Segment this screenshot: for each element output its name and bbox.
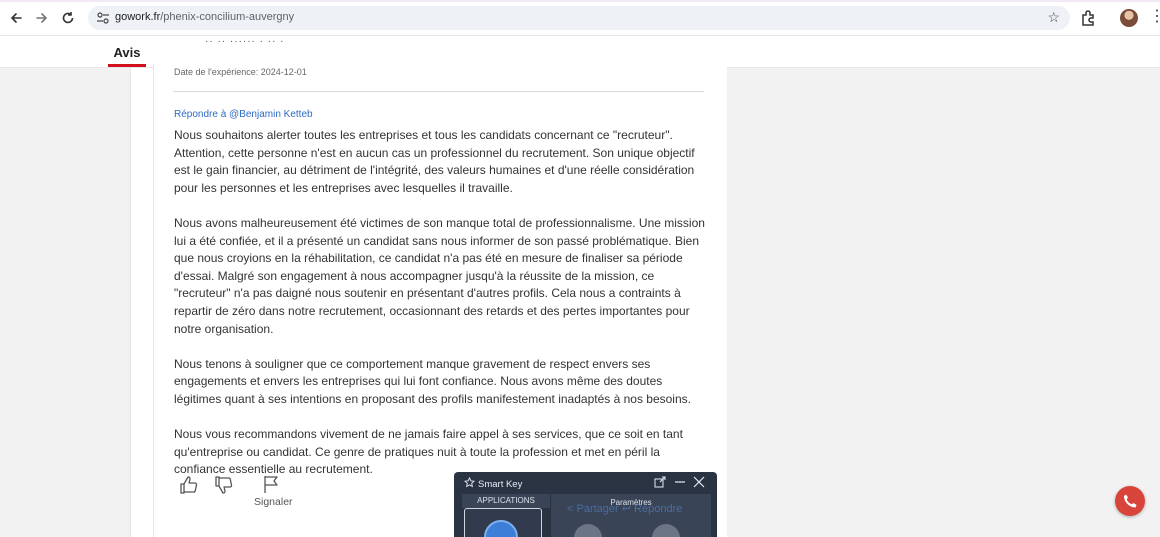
browser-toolbar: gowork.fr/phenix-concilium-auvergny ☆ ⋮ [0,0,1160,36]
forward-icon[interactable] [32,8,52,28]
review-paragraph: Nous tenons à souligner que ce comportem… [174,356,691,406]
star-icon [464,477,475,488]
phone-icon [1124,494,1137,508]
thumbs-up-icon[interactable] [179,475,199,500]
phone-call-button[interactable] [1115,486,1145,516]
share-button[interactable]: Partager [576,503,618,515]
url-path: /phenix-concilium-auvergny [160,11,295,23]
minimize-icon[interactable] [674,476,686,488]
review-paragraph: Nous vous recommandons vivement de ne ja… [174,427,683,477]
smart-key-panel[interactable]: Smart Key APPLICATIONS Paramètres < Part… [454,472,717,537]
profile-avatar[interactable] [1120,9,1138,27]
clipped-content: ·· ·· ······ · ·· · [205,36,285,47]
popout-icon[interactable] [654,476,666,488]
divider [173,91,704,92]
back-icon[interactable] [6,8,26,28]
obscured-share-reply: < Partager ↩ Répondre [567,503,683,515]
review-body: Nous souhaitons alerter toutes les entre… [174,127,710,496]
thumbs-down-icon[interactable] [214,475,234,500]
review-paragraph: Nous souhaitons alerter toutes les entre… [174,128,695,195]
site-settings-icon[interactable] [96,11,110,25]
url-text: gowork.fr/phenix-concilium-auvergny [115,11,294,23]
reload-icon[interactable] [58,8,78,28]
browser-menu-icon[interactable]: ⋮ [1149,8,1160,28]
extensions-icon[interactable] [1080,9,1098,27]
experience-date: Date de l'expérience: 2024-12-01 [174,67,307,77]
address-bar[interactable]: gowork.fr/phenix-concilium-auvergny ☆ [88,6,1070,30]
reply-button[interactable]: Répondre [634,503,682,515]
tab-avis[interactable]: Avis [108,45,146,60]
smart-key-title: Smart Key [478,479,523,490]
active-tab-indicator [108,64,146,67]
review-paragraph: Nous avons malheureusement été victimes … [174,215,705,336]
bookmark-star-icon[interactable]: ☆ [1047,9,1060,26]
applications-tab[interactable]: APPLICATIONS [462,494,550,508]
report-button[interactable]: Signaler [254,496,293,508]
url-domain: gowork.fr [115,11,161,23]
tab-strip-edge [0,0,1160,2]
close-icon[interactable] [693,476,705,488]
reply-to-link[interactable]: Répondre à @Benjamin Ketteb [174,109,313,120]
